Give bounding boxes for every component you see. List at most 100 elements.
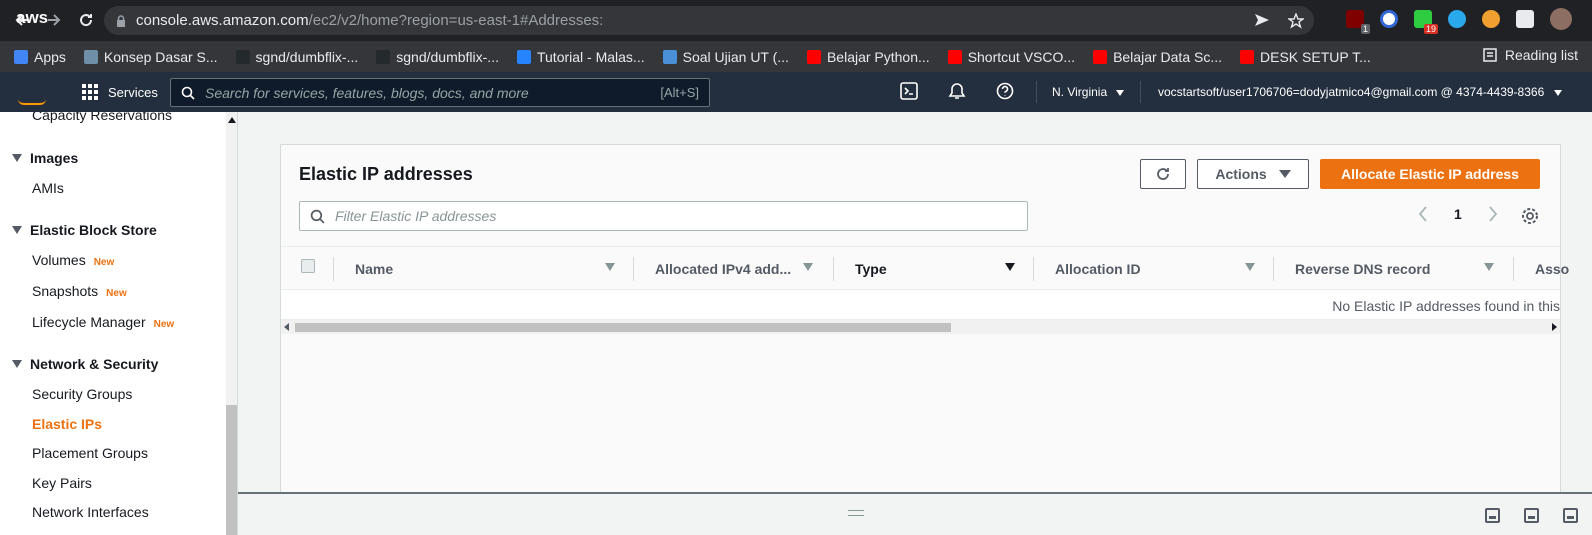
reload-button[interactable] — [72, 6, 100, 34]
search-icon — [310, 209, 325, 224]
bookmark-item[interactable]: Tutorial - Malas... — [516, 49, 645, 65]
services-menu-button[interactable]: Services — [82, 84, 158, 100]
caret-down-icon — [12, 226, 22, 234]
column-header-reverse-dns[interactable]: Reverse DNS record — [1295, 261, 1430, 277]
allocate-elastic-ip-button[interactable]: Allocate Elastic IP address — [1320, 159, 1540, 189]
table-horizontal-scrollbar[interactable] — [281, 320, 1560, 334]
bookmark-item[interactable]: Shortcut VSCO... — [947, 49, 1075, 65]
sidebar-section-ebs[interactable]: Elastic Block Store — [12, 222, 157, 238]
eyes-icon[interactable] — [1482, 10, 1500, 28]
reading-list-button[interactable]: Reading list — [1483, 47, 1578, 63]
bookmark-item[interactable]: Belajar Python... — [806, 48, 930, 65]
scroll-up-arrow-icon[interactable] — [228, 117, 236, 123]
ublock-icon[interactable]: 1 — [1346, 10, 1370, 34]
refresh-button[interactable] — [1140, 159, 1186, 189]
panel-side-icon[interactable] — [1524, 508, 1539, 523]
bookmark-favicon-icon — [1240, 49, 1254, 64]
sidebar-item-volumes[interactable]: Volumes New — [32, 252, 114, 268]
column-header-name[interactable]: Name — [355, 261, 393, 277]
bookmark-item[interactable]: Apps — [14, 49, 66, 65]
bookmark-item[interactable]: Soal Ujian UT (... — [662, 49, 789, 65]
region-label: N. Virginia — [1052, 85, 1108, 99]
page-title: Elastic IP addresses — [299, 164, 473, 184]
url-path: /ec2/v2/home?region=us-east-1#Addresses: — [308, 12, 604, 29]
filter-input[interactable]: Filter Elastic IP addresses — [299, 201, 1028, 231]
empty-state-row: No Elastic IP addresses found in this — [281, 290, 1560, 320]
chat-icon[interactable]: 19 — [1414, 10, 1438, 34]
column-header-allocated-ipv4[interactable]: Allocated IPv4 add... — [655, 261, 791, 277]
pagination: 1 — [1418, 206, 1498, 222]
chevron-down-icon — [1553, 90, 1562, 96]
arrow-right-icon — [48, 14, 61, 26]
sidebar-item-lifecycle-manager[interactable]: Lifecycle Manager New — [32, 314, 174, 330]
aws-logo[interactable]: aws — [16, 8, 48, 28]
column-divider — [833, 257, 834, 281]
column-header-type[interactable]: Type — [855, 261, 887, 277]
sidebar-item-snapshots[interactable]: Snapshots New — [32, 283, 127, 299]
sidebar-section-images[interactable]: Images — [12, 150, 78, 166]
bookmark-item[interactable]: Belajar Data Sc... — [1093, 49, 1222, 65]
sort-icon[interactable] — [1484, 263, 1494, 271]
bookmark-favicon-icon — [83, 49, 98, 64]
url-host: console.aws.amazon.com — [136, 12, 309, 29]
sidebar-item-network-interfaces[interactable]: Network Interfaces — [32, 504, 149, 520]
avatar[interactable] — [1550, 8, 1572, 30]
header-divider — [1036, 81, 1037, 103]
send-icon[interactable] — [1254, 13, 1270, 27]
telegram-icon[interactable] — [1448, 10, 1466, 28]
bookmark-item[interactable]: Konsep Dasar S... — [83, 49, 218, 65]
bookmark-item[interactable]: sgnd/dumbflix-... — [235, 49, 358, 65]
bookmark-favicon-icon — [806, 49, 821, 64]
chevron-left-icon[interactable] — [1418, 206, 1428, 222]
scroll-left-arrow-icon[interactable] — [284, 323, 289, 331]
column-header-association[interactable]: Asso — [1535, 261, 1569, 277]
address-bar[interactable]: console.aws.amazon.com/ec2/v2/home?regio… — [104, 6, 1314, 35]
sidebar-scrollbar-thumb[interactable] — [226, 405, 237, 535]
sidebar-section-network-security[interactable]: Network & Security — [12, 356, 158, 372]
search-placeholder: Search for services, features, blogs, do… — [205, 84, 529, 101]
caret-down-icon — [12, 360, 22, 368]
grid-icon — [82, 84, 98, 100]
bookmark-label: Belajar Python... — [826, 48, 930, 65]
page-number[interactable]: 1 — [1454, 206, 1462, 222]
actions-dropdown[interactable]: Actions — [1197, 159, 1309, 189]
sort-icon[interactable] — [605, 263, 615, 271]
cloudshell-icon[interactable] — [900, 82, 918, 100]
column-divider — [333, 257, 334, 281]
actions-label: Actions — [1215, 166, 1267, 182]
star-icon[interactable] — [1288, 13, 1304, 29]
header-divider — [1140, 81, 1141, 103]
scroll-right-arrow-icon[interactable] — [1552, 323, 1557, 331]
select-all-checkbox[interactable] — [301, 259, 315, 273]
bookmark-item[interactable]: sgnd/dumbflix-... — [376, 49, 499, 65]
bookmark-item[interactable]: DESK SETUP T... — [1240, 49, 1371, 65]
sort-icon[interactable] — [803, 263, 813, 271]
sidebar-item-security-groups[interactable]: Security Groups — [32, 386, 132, 402]
account-label: vocstartsoft/user1706706=dodyjatmico4@gm… — [1158, 85, 1545, 99]
column-divider — [1273, 257, 1274, 281]
puzzle-icon[interactable] — [1516, 10, 1534, 28]
panel-hide-icon[interactable] — [1563, 508, 1578, 523]
sort-icon[interactable] — [1005, 263, 1015, 271]
chevron-right-icon[interactable] — [1488, 206, 1498, 222]
column-header-allocation-id[interactable]: Allocation ID — [1055, 261, 1141, 277]
sidebar-item-amis[interactable]: AMIs — [32, 180, 64, 196]
sort-icon[interactable] — [1245, 263, 1255, 271]
sidebar-section-label: Images — [30, 150, 79, 166]
bell-icon[interactable] — [948, 82, 966, 100]
region-selector[interactable]: N. Virginia — [1052, 85, 1125, 99]
block-icon[interactable] — [1380, 10, 1398, 28]
account-menu[interactable]: vocstartsoft/user1706706=dodyjatmico4@gm… — [1158, 85, 1562, 99]
help-icon[interactable] — [996, 82, 1014, 100]
panel-bottom-icon[interactable] — [1485, 508, 1500, 523]
sidebar-item-placement-groups[interactable]: Placement Groups — [32, 445, 148, 461]
horizontal-scrollbar-thumb[interactable] — [295, 323, 951, 332]
console-search-input[interactable]: Search for services, features, blogs, do… — [170, 78, 710, 107]
sidebar-item-capacity-reservations[interactable]: Capacity Reservations — [32, 112, 172, 123]
sidebar-item-key-pairs[interactable]: Key Pairs — [32, 475, 92, 491]
drag-handle-icon[interactable] — [848, 510, 864, 516]
settings-gear-icon[interactable] — [1521, 207, 1539, 225]
sidebar-item-elastic-ips[interactable]: Elastic IPs — [32, 416, 102, 432]
reading-list-label: Reading list — [1504, 47, 1578, 63]
new-badge: New — [153, 319, 175, 330]
